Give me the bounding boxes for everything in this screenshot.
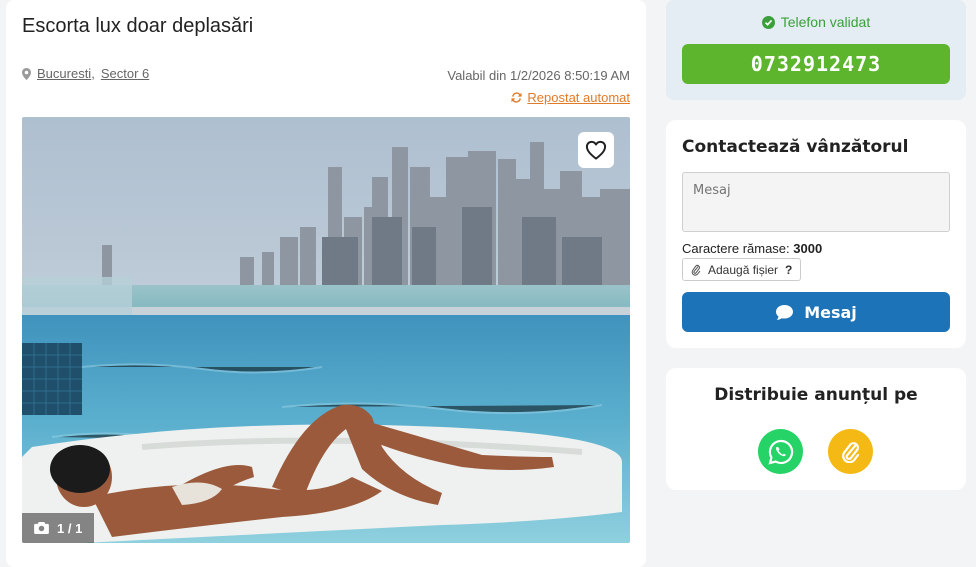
send-message-label: Mesaj — [804, 302, 857, 322]
chat-bubble-icon — [776, 304, 794, 320]
chars-remaining-label: Caractere rămase: — [682, 241, 790, 256]
listing-title: Escorta lux doar deplasări — [22, 15, 254, 37]
share-title: Distribuie anunțul pe — [714, 385, 918, 405]
phone-card: Telefon validat 0732912473 — [666, 0, 966, 100]
whatsapp-share-button[interactable] — [758, 429, 803, 474]
attach-help-icon[interactable]: ? — [785, 263, 792, 277]
check-circle-icon — [761, 15, 775, 29]
listing-location: Bucuresti, Sector 6 — [22, 66, 149, 81]
phone-validated: Telefon validat — [666, 14, 966, 30]
favorite-button[interactable] — [578, 132, 614, 168]
attach-file-button[interactable]: Adaugă fișier ? — [682, 258, 802, 281]
share-card: Distribuie anunțul pe — [666, 368, 966, 490]
photo-counter-text: 1 / 1 — [57, 520, 83, 536]
phone-validated-label: Telefon validat — [780, 14, 871, 30]
photo-counter: 1 / 1 — [22, 513, 95, 543]
message-input[interactable] — [682, 172, 950, 232]
location-city-link[interactable]: Bucuresti — [37, 66, 91, 81]
contact-title: Contactează vânzătorul — [682, 137, 909, 157]
map-pin-icon — [22, 67, 31, 80]
repost-link[interactable]: Repostat automat — [511, 90, 630, 105]
send-message-button[interactable]: Mesaj — [682, 292, 950, 332]
phone-number-button[interactable]: 0732912473 — [682, 44, 950, 84]
paperclip-icon — [691, 264, 701, 276]
chars-remaining-value: 3000 — [793, 241, 823, 256]
paperclip-icon — [841, 441, 859, 463]
location-sector-link[interactable]: Sector 6 — [101, 66, 149, 81]
refresh-icon — [511, 92, 522, 103]
heart-icon — [585, 140, 607, 160]
repost-label: Repostat automat — [527, 90, 630, 105]
camera-icon — [34, 522, 49, 534]
location-separator: , — [91, 66, 95, 81]
chars-remaining: Caractere rămase: 3000 — [682, 241, 822, 256]
contact-card: Contactează vânzătorul Caractere rămase:… — [666, 120, 966, 348]
copy-link-button[interactable] — [828, 429, 873, 474]
attach-file-label: Adaugă fișier — [708, 262, 779, 277]
listing-card: Escorta lux doar deplasări Bucuresti, Se… — [6, 0, 646, 567]
valid-since-text: Valabil din 1/2/2026 8:50:19 AM — [447, 68, 630, 83]
whatsapp-icon — [767, 439, 793, 465]
photo-pool-skyline — [22, 117, 630, 543]
listing-photo[interactable]: 1 / 1 — [22, 117, 630, 543]
